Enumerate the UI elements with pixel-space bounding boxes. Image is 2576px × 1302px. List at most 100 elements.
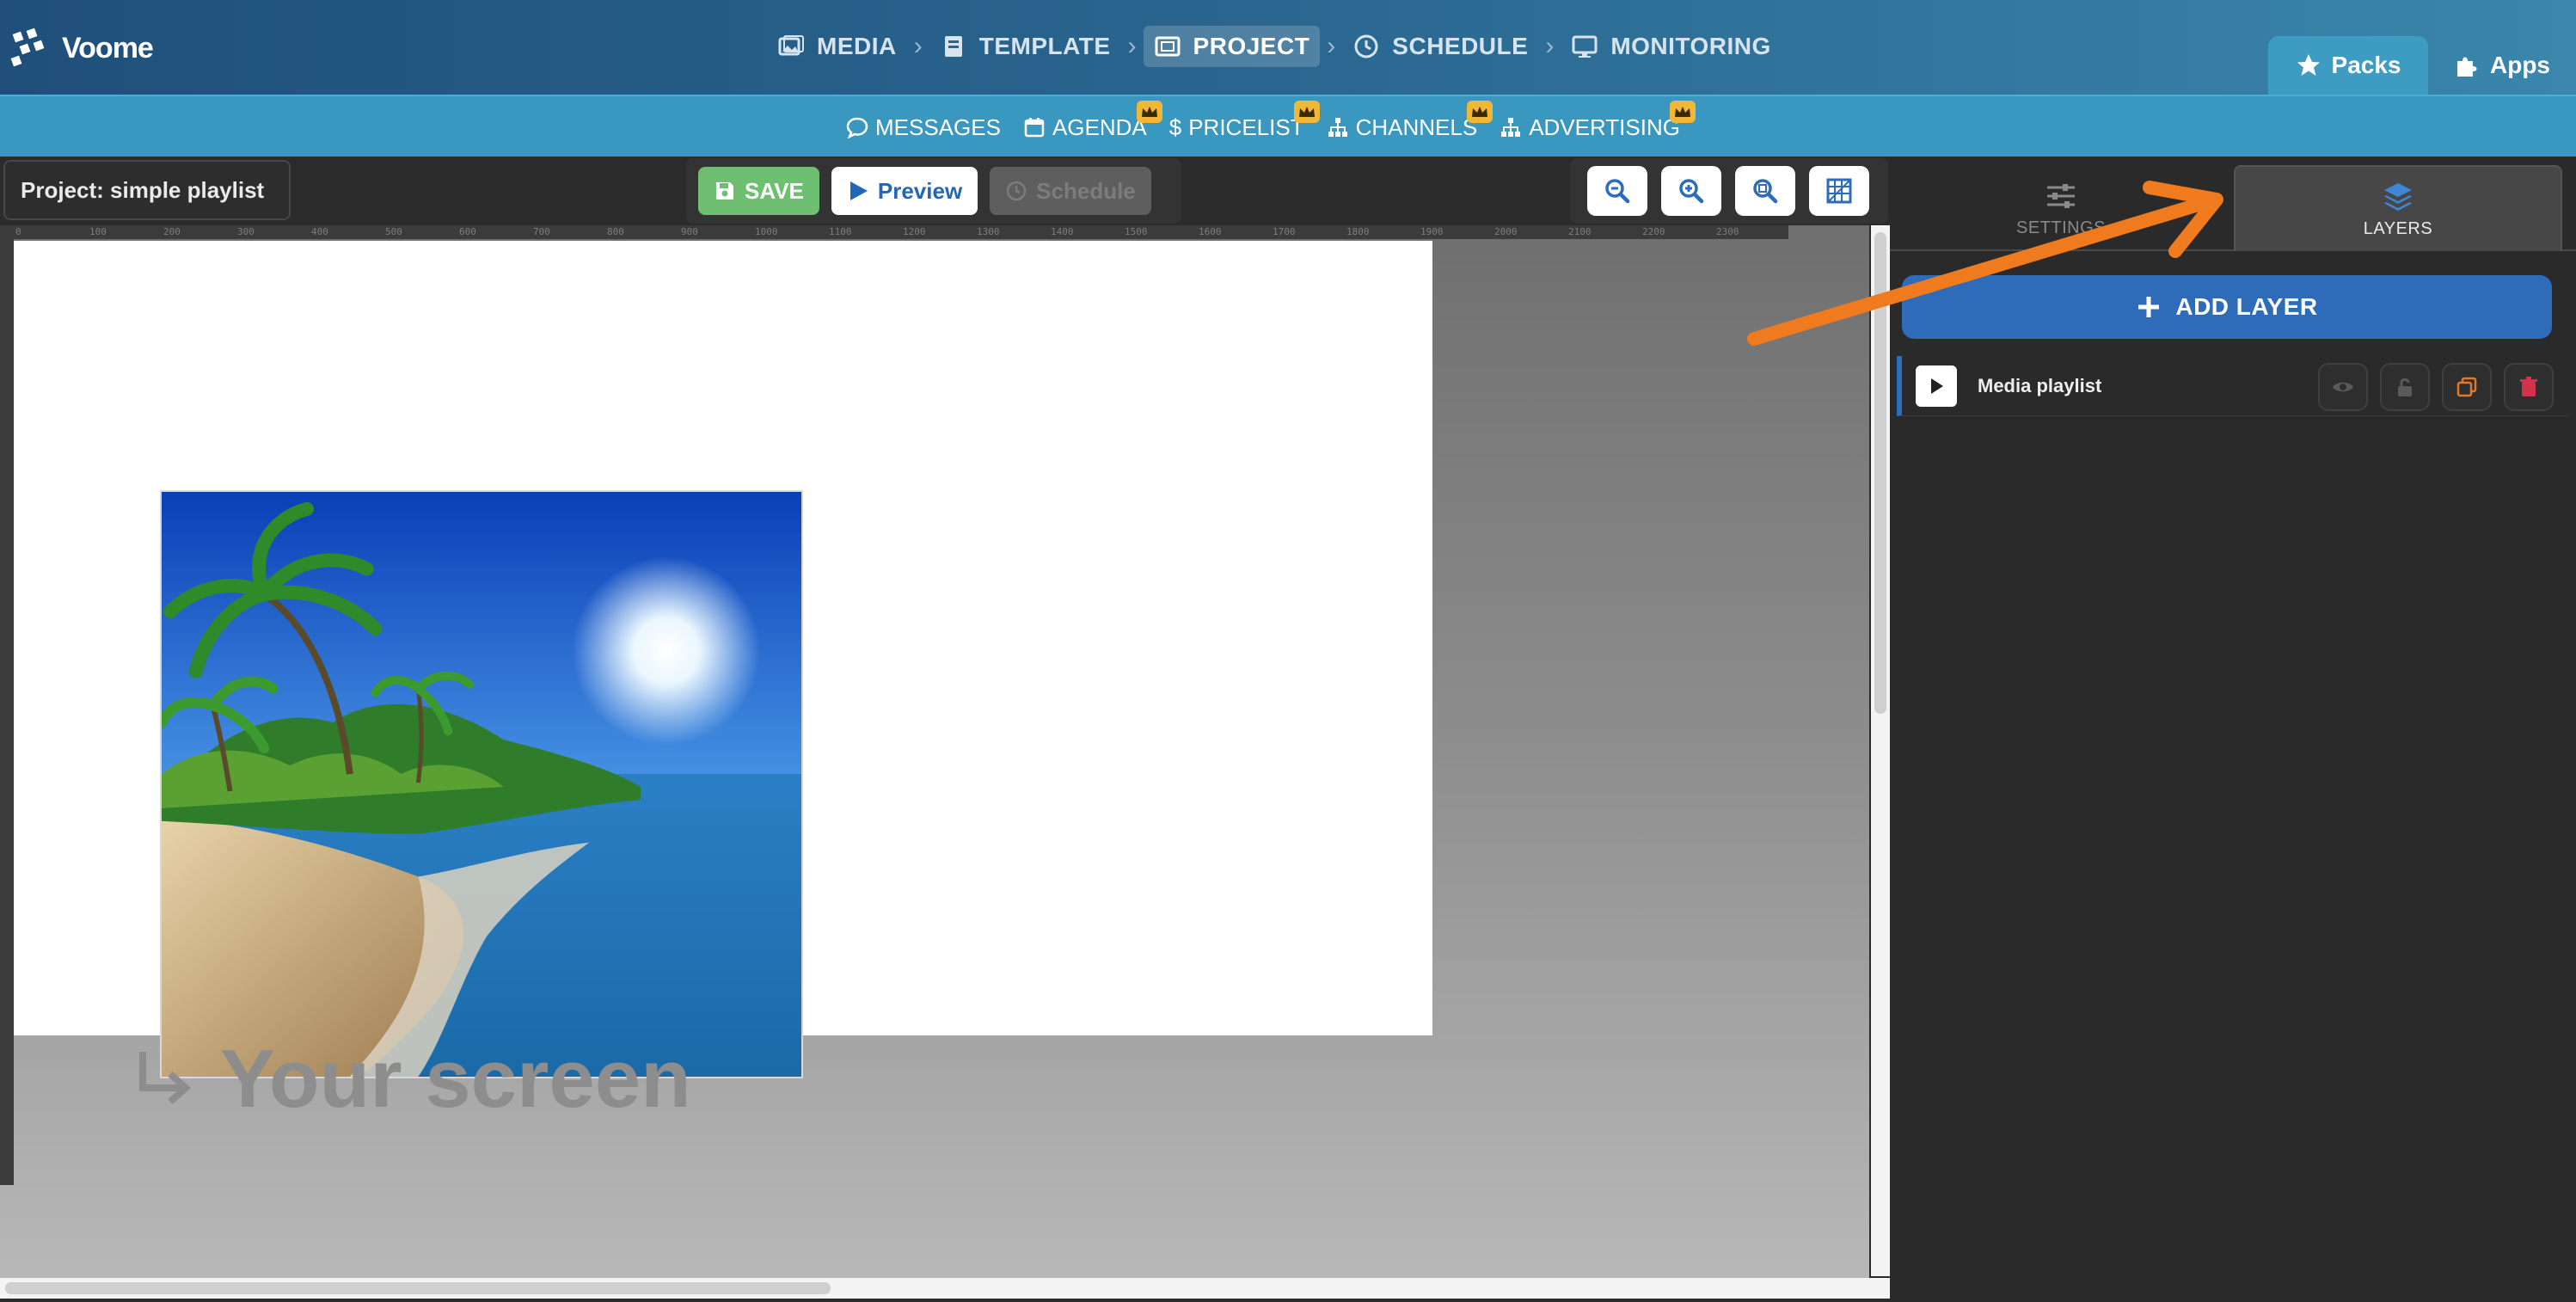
top-right-tabs: Packs Apps — [2268, 36, 2576, 95]
template-icon — [944, 36, 962, 57]
zoom-fit-icon — [1753, 179, 1778, 204]
tab-apps-label: Apps — [2490, 52, 2550, 78]
subnav-agenda[interactable]: AGENDA — [1023, 100, 1162, 141]
project-title: Project: simple playlist — [3, 160, 291, 220]
ruler-tick: 600 — [459, 226, 476, 237]
nav-schedule[interactable]: SCHEDULE — [1342, 26, 1538, 67]
editor-canvas[interactable]: 0 100 200 300 400 500 600 700 800 900 1000 1100 1200… — [0, 225, 1869, 1278]
clock-icon — [1006, 181, 1027, 201]
subnav-advertising-label: ADVERTISING — [1529, 114, 1680, 140]
duplicate-layer-button[interactable] — [2442, 363, 2492, 411]
zoom-out-button[interactable] — [1587, 166, 1647, 216]
ruler-tick: 500 — [385, 226, 402, 237]
nav-template[interactable]: TEMPLATE — [929, 26, 1121, 67]
nav-media-label: MEDIA — [817, 33, 897, 59]
eye-icon — [2333, 382, 2353, 392]
chevron-right-icon: › — [1327, 32, 1336, 60]
ruler-tick: 1200 — [903, 226, 926, 237]
chat-icon — [846, 117, 868, 138]
ruler-tick: 2200 — [1642, 226, 1665, 237]
unlock-icon — [2398, 378, 2412, 396]
horizontal-scroll-thumb[interactable] — [5, 1282, 831, 1294]
ruler-tick: 0 — [15, 226, 21, 237]
subnav-pricelist[interactable]: $ PRICELIST — [1169, 100, 1320, 141]
subnav-advertising[interactable]: ADVERTISING — [1500, 100, 1696, 141]
your-screen-text: Your screen — [220, 1033, 691, 1125]
add-layer-label: ADD LAYER — [2175, 293, 2318, 320]
grid-toggle-button[interactable] — [1809, 166, 1869, 216]
schedule-label: Schedule — [1036, 177, 1136, 204]
tab-packs[interactable]: Packs — [2268, 36, 2428, 95]
crown-icon — [1136, 100, 1162, 123]
delete-layer-button[interactable] — [2504, 363, 2554, 411]
monitor-icon — [1572, 35, 1598, 58]
horizontal-ruler: 0 100 200 300 400 500 600 700 800 900 1000 1100 1200… — [0, 225, 1788, 239]
media-icon — [778, 35, 804, 56]
layer-row[interactable]: Media playlist — [1897, 356, 2569, 416]
save-label: SAVE — [745, 177, 804, 204]
tab-settings[interactable]: SETTINGS — [1890, 165, 2232, 251]
nav-media[interactable]: MEDIA — [767, 26, 907, 67]
nav-monitoring-label: MONITORING — [1610, 33, 1771, 59]
vertical-scrollbar[interactable] — [1871, 225, 1890, 1276]
panel-tabs: SETTINGS LAYERS — [1890, 157, 2576, 251]
your-screen-watermark: Your screen — [129, 1032, 691, 1127]
app-name: Voome — [62, 31, 154, 64]
tab-apps[interactable]: Apps — [2428, 36, 2576, 95]
sitemap-icon — [1501, 118, 1521, 137]
layers-icon — [2384, 182, 2412, 211]
nav-project[interactable]: PROJECT — [1143, 26, 1321, 67]
zoom-in-button[interactable] — [1661, 166, 1721, 216]
star-icon — [2297, 54, 2320, 76]
clock-icon — [1354, 34, 1378, 58]
ruler-tick: 1800 — [1346, 226, 1370, 237]
ruler-tick: 1700 — [1273, 226, 1296, 237]
add-layer-button[interactable]: ADD LAYER — [1902, 275, 2552, 339]
calendar-icon — [1024, 118, 1045, 138]
nav-template-label: TEMPLATE — [978, 33, 1111, 59]
beach-image — [162, 492, 801, 1077]
layer-type-badge — [1916, 365, 1957, 407]
chevron-right-icon: › — [1545, 32, 1555, 60]
crown-icon — [1467, 100, 1493, 123]
vertical-scroll-thumb[interactable] — [1874, 232, 1886, 714]
project-actions: SAVE Preview Schedule — [686, 158, 1181, 224]
ruler-tick: 800 — [607, 226, 624, 237]
preview-button[interactable]: Preview — [831, 167, 978, 215]
nav-schedule-label: SCHEDULE — [1392, 33, 1529, 59]
copy-icon — [2456, 377, 2477, 397]
crown-icon — [1669, 100, 1696, 123]
subnav-pricelist-label: PRICELIST — [1188, 114, 1304, 140]
media-playlist-layer[interactable] — [160, 490, 803, 1078]
subnav-channels[interactable]: CHANNELS — [1327, 100, 1493, 141]
zoom-fit-button[interactable] — [1735, 166, 1795, 216]
ruler-tick: 2300 — [1716, 226, 1739, 237]
nav-monitoring[interactable]: MONITORING — [1561, 26, 1781, 67]
plus-icon — [2138, 297, 2160, 317]
zoom-toolbar — [1570, 158, 1888, 224]
subnav-messages[interactable]: MESSAGES — [846, 114, 1001, 141]
lock-layer-button[interactable] — [2380, 363, 2430, 411]
arrow-turn-icon — [139, 1052, 192, 1104]
ruler-tick: 1500 — [1125, 226, 1148, 237]
zoom-out-icon — [1605, 179, 1630, 204]
save-button[interactable]: SAVE — [698, 167, 819, 215]
voome-logo[interactable]: Voome — [9, 22, 154, 74]
ruler-tick: 100 — [89, 226, 107, 237]
ruler-tick: 700 — [533, 226, 550, 237]
ruler-tick: 1300 — [977, 226, 1000, 237]
properties-panel: SETTINGS LAYERS ADD LAYER Media playlist — [1890, 157, 2576, 1302]
nav-project-label: PROJECT — [1193, 33, 1310, 59]
app-root: Voome MEDIA › TEMPLATE › PROJECT › SCHED… — [0, 0, 2576, 1302]
ruler-tick: 900 — [681, 226, 698, 237]
subnav-agenda-label: AGENDA — [1052, 114, 1147, 140]
grid-icon — [1826, 178, 1852, 204]
preview-label: Preview — [877, 177, 963, 204]
subnav-messages-label: MESSAGES — [875, 114, 1001, 140]
top-navigation-bar: Voome MEDIA › TEMPLATE › PROJECT › SCHED… — [0, 0, 2576, 95]
toggle-visibility-button[interactable] — [2318, 363, 2368, 411]
tab-layers[interactable]: LAYERS — [2234, 165, 2562, 251]
trash-icon — [2520, 377, 2537, 396]
horizontal-scrollbar[interactable] — [0, 1278, 1890, 1299]
schedule-button[interactable]: Schedule — [990, 167, 1151, 215]
